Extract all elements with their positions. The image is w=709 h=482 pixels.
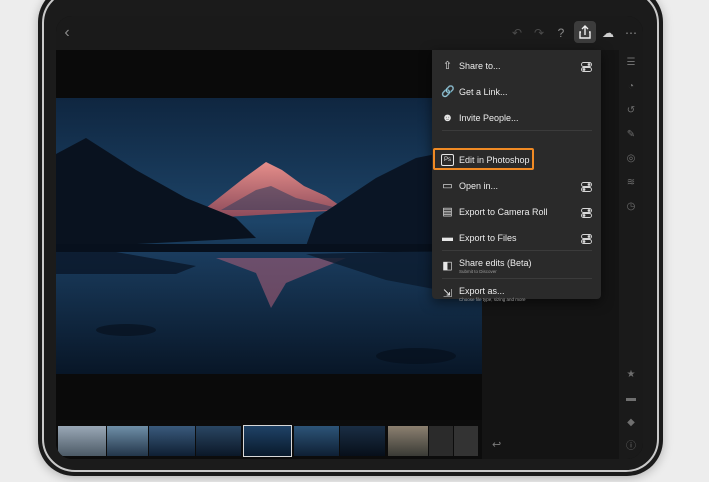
menu-divider (442, 250, 592, 251)
cloud-sync-icon[interactable]: ☁ (599, 24, 617, 42)
menu-item-label: Export to Files (459, 233, 517, 243)
filmstrip-thumb-selected[interactable] (243, 425, 292, 457)
edit-sliders-icon[interactable]: ☰ (624, 56, 638, 70)
menu-item-label: Open in... (459, 181, 499, 191)
menu-item-get-a-link[interactable]: 🔗 Get a Link... (432, 80, 601, 106)
filmstrip-thumb[interactable] (196, 426, 241, 456)
menu-item-export-to-camera-roll[interactable]: ▤ Export to Camera Roll (432, 200, 601, 226)
menu-item-label: Share to... (459, 61, 501, 71)
filmstrip-thumb[interactable] (388, 426, 428, 456)
menu-item-export-as[interactable]: ⇲ Export as... Choose file type, sizing an… (432, 282, 601, 308)
menu-divider (442, 278, 592, 279)
lightroom-app: ☰ ◔ ↺ ✎ ◎ ≋ ◷ ★ ▬ ◆ ⓘ ↩ ‹ ↶ ↷ ? ☁ ⋯ ⇧ Sh… (56, 16, 643, 459)
filmstrip-thumb[interactable] (294, 426, 339, 456)
filmstrip-thumb[interactable] (454, 426, 478, 456)
share-icon: ⇧ (442, 60, 453, 72)
menu-item-label: Export as... (459, 286, 505, 296)
photo-canvas[interactable] (56, 50, 482, 420)
geometry-icon[interactable]: ↺ (624, 104, 638, 118)
filmstrip (56, 420, 482, 459)
filmstrip-thumb[interactable] (340, 426, 385, 456)
link-icon: 🔗 (441, 86, 455, 98)
mountain-photo (56, 98, 482, 374)
back-icon[interactable]: ‹ (58, 24, 76, 42)
menu-item-label: Get a Link... (459, 87, 508, 97)
undo-history-icon[interactable]: ↩ (492, 438, 501, 451)
camera-roll-icon: ▤ (442, 206, 453, 218)
help-icon[interactable]: ? (552, 24, 570, 42)
brush-icon[interactable]: ✎ (624, 128, 638, 142)
menu-item-invite-people[interactable]: ☻ Invite People... (432, 106, 601, 132)
folder-icon: ▬ (442, 232, 453, 244)
share-button[interactable] (574, 21, 596, 43)
menu-item-open-in[interactable]: ▭ Open in... (432, 174, 601, 200)
share-icon (579, 25, 591, 39)
options-toggle-icon[interactable] (581, 62, 592, 72)
menu-item-label: Export to Camera Roll (459, 207, 548, 217)
tag-icon[interactable]: ◆ (624, 416, 638, 430)
tool-strip: ☰ ◔ ↺ ✎ ◎ ≋ ◷ ★ ▬ ◆ ⓘ (619, 50, 643, 459)
healing-icon[interactable]: ◔ (624, 80, 638, 94)
menu-item-share-to[interactable]: ⇧ Share to... (432, 54, 601, 80)
info-icon[interactable]: ⓘ (624, 440, 638, 454)
menu-item-export-to-files[interactable]: ▬ Export to Files (432, 226, 601, 252)
masking-icon[interactable]: ◎ (624, 152, 638, 166)
filmstrip-thumb[interactable] (58, 426, 106, 456)
presets-icon[interactable]: ≋ (624, 176, 638, 190)
options-toggle-icon[interactable] (581, 182, 592, 192)
star-icon[interactable]: ★ (624, 368, 638, 382)
options-toggle-icon[interactable] (581, 208, 592, 218)
comment-icon[interactable]: ▬ (624, 392, 638, 406)
share-edits-icon: ◧ (442, 260, 453, 272)
share-menu: ⇧ Share to... 🔗 Get a Link... ☻ Invite People… (432, 50, 601, 302)
menu-item-label: Invite People... (459, 113, 519, 123)
filmstrip-thumb[interactable] (429, 426, 453, 456)
top-toolbar: ‹ ↶ ↷ ? ☁ ⋯ (56, 16, 643, 50)
menu-item-label: Share edits (Beta) (459, 258, 532, 268)
open-in-icon: ▭ (442, 180, 453, 192)
invite-people-icon: ☻ (441, 112, 454, 124)
filmstrip-thumb[interactable] (107, 426, 148, 456)
menu-item-sublabel: Submit to Discover (459, 269, 497, 274)
versions-icon[interactable]: ◷ (624, 200, 638, 214)
edit-in-photoshop-highlight (433, 148, 534, 170)
menu-item-share-edits-beta[interactable]: ◧ Share edits (Beta) Submit to Discover (432, 254, 601, 280)
options-toggle-icon[interactable] (581, 234, 592, 244)
redo-icon[interactable]: ↷ (530, 24, 548, 42)
filmstrip-thumb[interactable] (149, 426, 195, 456)
menu-item-sublabel: Choose file type, sizing and more (459, 297, 526, 302)
menu-divider (442, 130, 592, 131)
export-as-icon: ⇲ (442, 288, 453, 300)
more-icon[interactable]: ⋯ (622, 24, 640, 42)
undo-icon[interactable]: ↶ (508, 24, 526, 42)
